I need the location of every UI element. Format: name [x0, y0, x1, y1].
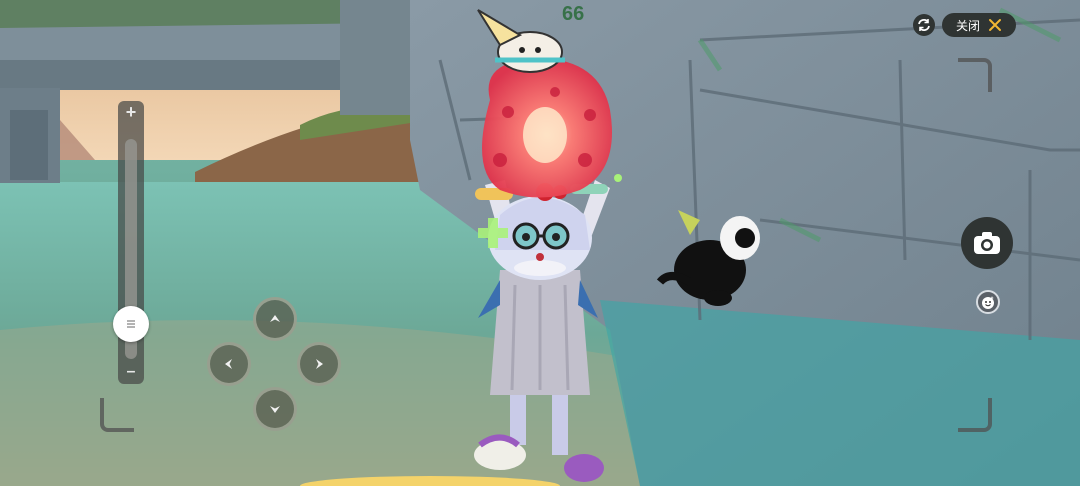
- dpad-left-button[interactable]: [207, 342, 251, 386]
- viewfinder-corner-bottom-right: [958, 398, 992, 432]
- refresh-icon: [918, 19, 930, 31]
- smiley-face-icon: [982, 296, 994, 309]
- dpad-up-button[interactable]: [253, 297, 297, 341]
- x-icon: [989, 19, 1001, 31]
- emote-button[interactable]: [976, 290, 1000, 314]
- zoom-slider-handle[interactable]: [113, 306, 149, 343]
- close-label: 关闭: [955, 18, 980, 33]
- chevron-left-icon: [225, 359, 232, 369]
- camera-shutter-button[interactable]: [961, 217, 1013, 269]
- zoom-plus-label: +: [125, 102, 137, 122]
- camera-icon: [974, 232, 1000, 254]
- svg-text:66: 66: [562, 3, 584, 25]
- chevron-right-icon: [316, 359, 323, 369]
- dpad-right-button[interactable]: [297, 342, 341, 386]
- zoom-out-button[interactable]: –: [118, 362, 144, 382]
- close-button[interactable]: 关闭: [942, 13, 1016, 37]
- dpad-down-button[interactable]: [253, 387, 297, 431]
- drag-handle-icon: [127, 320, 135, 328]
- viewfinder-corner-bottom-left: [100, 398, 134, 432]
- zoom-minus-label: –: [126, 363, 136, 380]
- game-scene: 66: [0, 0, 1080, 486]
- refresh-button[interactable]: [913, 14, 935, 36]
- chevron-down-icon: [270, 406, 280, 413]
- chevron-up-icon: [270, 315, 280, 322]
- viewfinder-corner-top-right: [958, 58, 992, 92]
- zoom-in-button[interactable]: +: [118, 101, 144, 123]
